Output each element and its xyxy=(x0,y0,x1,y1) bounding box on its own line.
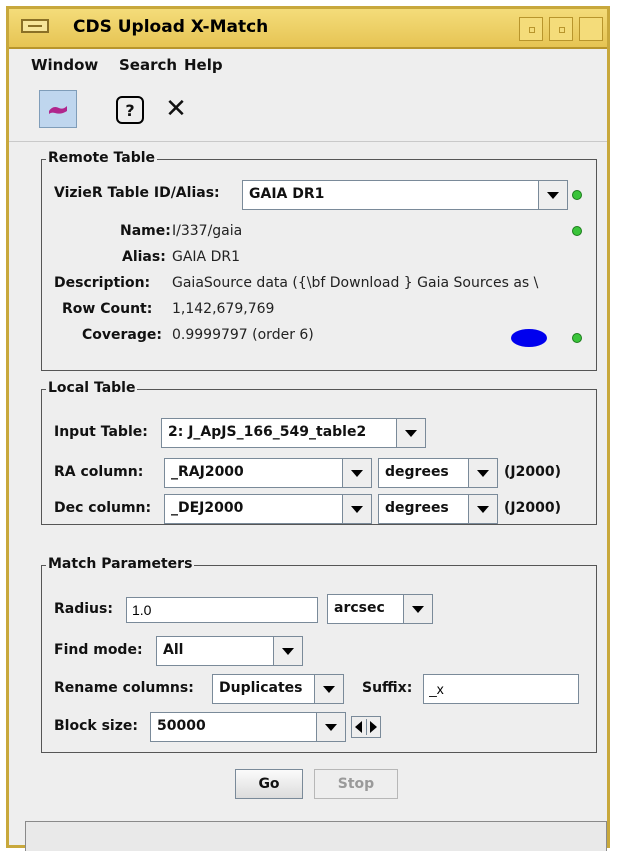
window-menu-icon[interactable] xyxy=(21,19,49,33)
block-size-stepper[interactable] xyxy=(351,716,381,738)
match-parameters-legend: Match Parameters xyxy=(46,556,195,572)
coverage-ellipse-icon xyxy=(511,329,547,347)
alias-value: GAIA DR1 xyxy=(172,249,240,265)
chevron-down-icon[interactable] xyxy=(538,181,567,209)
chevron-down-icon[interactable] xyxy=(396,419,425,447)
title-bar: CDS Upload X-Match xyxy=(9,9,607,49)
toolbar: ? ✕ xyxy=(9,79,607,142)
status-dot-icon xyxy=(572,190,582,200)
input-table-combo[interactable]: 2: J_ApJS_166_549_table2 xyxy=(161,418,426,448)
radius-input[interactable] xyxy=(126,597,318,623)
help-icon[interactable]: ? xyxy=(116,96,144,124)
rename-columns-label: Rename columns: xyxy=(54,680,194,696)
block-size-value: 50000 xyxy=(157,718,206,734)
description-label: Description: xyxy=(54,275,151,291)
remote-table-panel: Remote Table VizieR Table ID/Alias: GAIA… xyxy=(41,150,597,371)
stop-button[interactable]: Stop xyxy=(314,769,398,799)
stepper-divider xyxy=(366,719,367,735)
rename-columns-value: Duplicates xyxy=(219,680,303,696)
close-icon[interactable]: ✕ xyxy=(157,90,195,128)
coverage-value: 0.9999797 (order 6) xyxy=(172,327,314,343)
go-button[interactable]: Go xyxy=(235,769,303,799)
decrement-icon[interactable] xyxy=(355,721,362,733)
rowcount-label: Row Count: xyxy=(62,301,153,317)
chevron-down-icon[interactable] xyxy=(314,675,343,703)
dec-column-label: Dec column: xyxy=(54,500,152,516)
local-table-legend: Local Table xyxy=(46,380,138,396)
block-size-combo[interactable]: 50000 xyxy=(150,712,346,742)
ra-column-value: _RAJ2000 xyxy=(171,464,244,480)
chevron-down-icon[interactable] xyxy=(316,713,345,741)
radius-unit-combo[interactable]: arcsec xyxy=(327,594,433,624)
chevron-down-icon[interactable] xyxy=(273,637,302,665)
name-value: I/337/gaia xyxy=(172,223,243,239)
radius-label: Radius: xyxy=(54,601,113,617)
chevron-down-icon[interactable] xyxy=(342,459,371,487)
input-table-value: 2: J_ApJS_166_549_table2 xyxy=(168,424,367,440)
vizier-table-combo[interactable]: GAIA DR1 xyxy=(242,180,568,210)
chevron-down-icon[interactable] xyxy=(342,495,371,523)
vizier-table-value: GAIA DR1 xyxy=(249,186,325,202)
suffix-input[interactable] xyxy=(423,674,579,704)
menu-bar: Window Search Help xyxy=(9,49,607,75)
dec-column-value: _DEJ2000 xyxy=(171,500,244,516)
increment-icon[interactable] xyxy=(370,721,377,733)
ra-unit-value: degrees xyxy=(385,464,449,480)
menu-search[interactable]: Search xyxy=(119,56,177,74)
find-mode-label: Find mode: xyxy=(54,642,143,658)
radius-unit-value: arcsec xyxy=(334,600,385,616)
rename-columns-combo[interactable]: Duplicates xyxy=(212,674,344,704)
input-table-label: Input Table: xyxy=(54,424,148,440)
alias-label: Alias: xyxy=(122,249,166,265)
window-title: CDS Upload X-Match xyxy=(73,17,269,37)
find-mode-combo[interactable]: All xyxy=(156,636,303,666)
ra-unit-combo[interactable]: degrees xyxy=(378,458,498,488)
find-mode-value: All xyxy=(163,642,184,658)
vizier-label: VizieR Table ID/Alias: xyxy=(54,185,220,201)
ra-epoch: (J2000) xyxy=(504,464,561,480)
menu-window[interactable]: Window xyxy=(31,56,98,74)
restore-icon[interactable] xyxy=(579,17,603,41)
dec-unit-value: degrees xyxy=(385,500,449,516)
menu-help[interactable]: Help xyxy=(184,56,223,74)
coverage-label: Coverage: xyxy=(82,327,162,343)
dec-epoch: (J2000) xyxy=(504,500,561,516)
name-status-dot-icon xyxy=(572,226,582,236)
maximize-icon[interactable] xyxy=(549,17,573,41)
description-value: GaiaSource data ({\bf Download } Gaia So… xyxy=(172,275,539,291)
ra-column-label: RA column: xyxy=(54,464,144,480)
rowcount-value: 1,142,679,769 xyxy=(172,301,275,317)
block-size-label: Block size: xyxy=(54,718,138,734)
minimize-icon[interactable] xyxy=(519,17,543,41)
dec-column-combo[interactable]: _DEJ2000 xyxy=(164,494,372,524)
coverage-status-dot-icon xyxy=(572,333,582,343)
chevron-down-icon[interactable] xyxy=(403,595,432,623)
chevron-down-icon[interactable] xyxy=(468,495,497,523)
chevron-down-icon[interactable] xyxy=(468,459,497,487)
query-active-icon[interactable] xyxy=(39,90,77,128)
match-parameters-panel: Match Parameters Radius: arcsec Find mod… xyxy=(41,556,597,753)
status-bar xyxy=(25,821,607,851)
local-table-panel: Local Table Input Table: 2: J_ApJS_166_5… xyxy=(41,380,597,525)
suffix-label: Suffix: xyxy=(362,680,413,696)
name-label: Name: xyxy=(120,223,171,239)
ra-column-combo[interactable]: _RAJ2000 xyxy=(164,458,372,488)
remote-table-legend: Remote Table xyxy=(46,150,158,166)
dec-unit-combo[interactable]: degrees xyxy=(378,494,498,524)
window: CDS Upload X-Match Window Search Help ? … xyxy=(6,6,610,851)
